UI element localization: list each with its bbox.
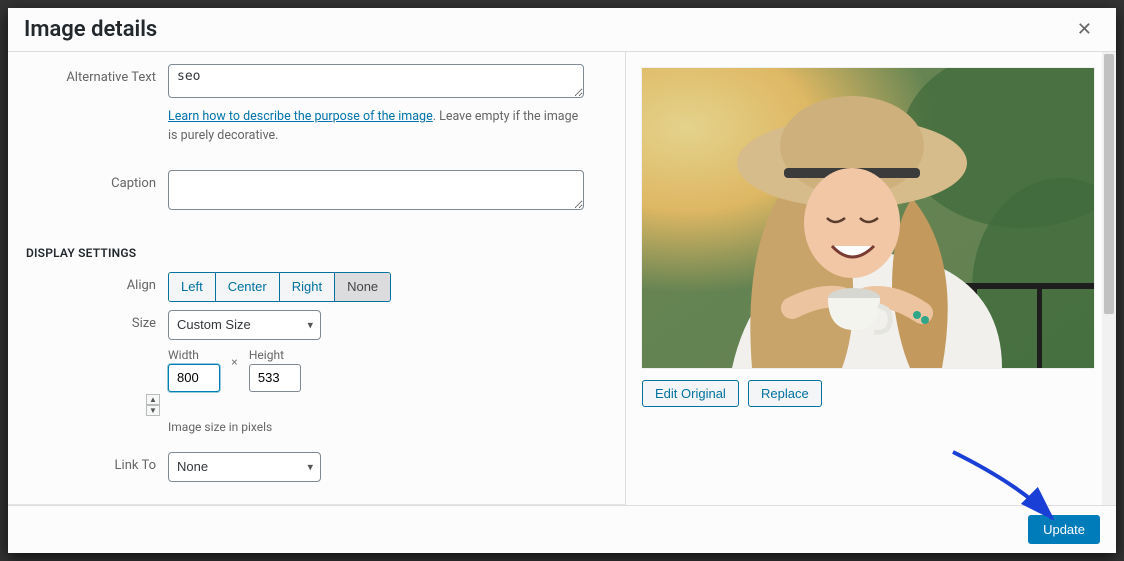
link-to-select[interactable]: None [168,452,321,482]
alt-text-hint: Learn how to describe the purpose of the… [168,108,584,146]
link-to-label: Link To [8,452,168,473]
settings-panel: Alternative Text Learn how to describe t… [8,52,626,505]
close-button[interactable]: ✕ [1069,15,1100,44]
size-row: Size Custom Size ▾ Width ▲ [8,306,625,438]
align-right-button[interactable]: Right [280,273,335,301]
alt-text-input[interactable] [168,64,584,98]
modal-footer: Update [8,505,1116,553]
width-step-up-icon[interactable]: ▲ [146,394,160,405]
align-label: Align [8,272,168,293]
size-select[interactable]: Custom Size [168,310,321,340]
scrollbar[interactable] [1102,52,1116,505]
align-button-group: Left Center Right None [168,272,391,302]
height-label: Height [249,348,301,362]
width-step-down-icon[interactable]: ▼ [146,405,160,416]
modal-title: Image details [24,17,157,42]
align-center-button[interactable]: Center [216,273,280,301]
caption-label: Caption [8,170,168,191]
image-preview [642,68,1094,368]
close-icon: ✕ [1077,19,1092,39]
modal-body: Alternative Text Learn how to describe t… [8,52,1116,505]
caption-row: Caption [8,166,625,218]
display-settings-heading: DISPLAY SETTINGS [8,218,625,268]
dimensions-row: Width ▲ ▼ × Height [168,348,613,416]
preview-panel: Edit Original Replace [626,52,1116,505]
replace-button[interactable]: Replace [748,380,822,407]
width-input[interactable] [168,364,220,392]
modal-header: Image details ✕ [8,8,1116,52]
alt-text-hint-link[interactable]: Learn how to describe the purpose of the… [168,109,433,124]
image-details-modal: Image details ✕ Alternative Text Learn h… [8,8,1116,553]
caption-input[interactable] [168,170,584,210]
width-label: Width [168,348,220,362]
height-input[interactable] [249,364,301,392]
image-actions: Edit Original Replace [642,380,1094,407]
edit-original-button[interactable]: Edit Original [642,380,739,407]
update-button[interactable]: Update [1028,515,1100,544]
width-stepper[interactable]: ▲ ▼ [146,394,160,416]
size-label: Size [8,310,168,331]
align-row: Align Left Center Right None [8,268,625,306]
align-none-button[interactable]: None [335,273,390,301]
dimension-separator: × [223,348,245,376]
dimension-hint: Image size in pixels [168,420,613,434]
alt-text-row: Alternative Text Learn how to describe t… [8,60,625,150]
link-to-row: Link To None ▾ [8,448,625,486]
alt-text-label: Alternative Text [8,64,168,85]
align-left-button[interactable]: Left [169,273,216,301]
